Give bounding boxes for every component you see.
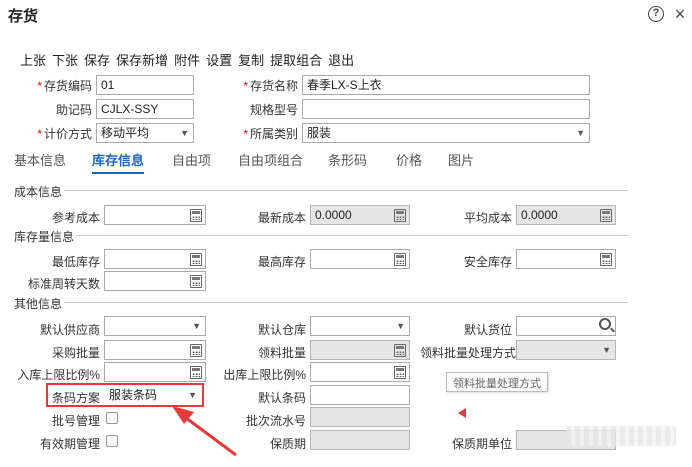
annotation-arrow-icon: [172, 406, 237, 457]
